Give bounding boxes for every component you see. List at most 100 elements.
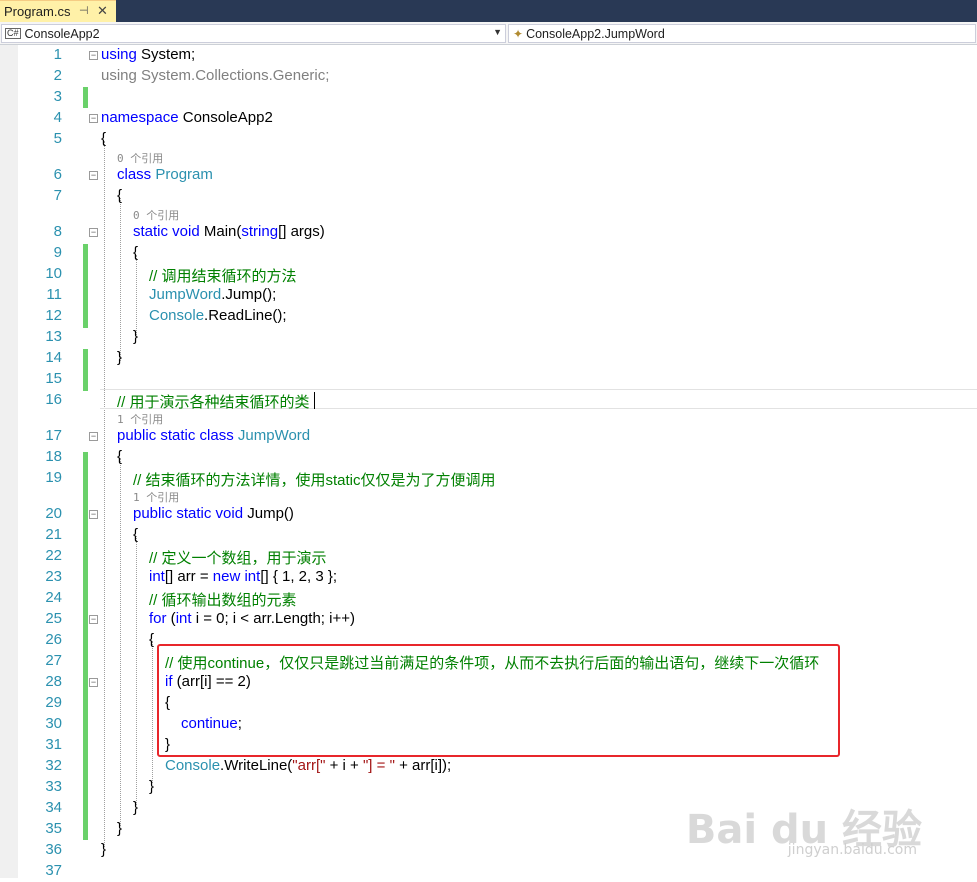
code-text: + i +: [325, 757, 363, 774]
code-text: {: [101, 130, 107, 147]
code-text: .Jump();: [221, 286, 277, 303]
line-number: 1: [53, 46, 62, 63]
line-number: 16: [45, 391, 62, 408]
code-text: {: [133, 526, 139, 543]
code-line: 16 // 用于演示各种结束循环的类: [0, 390, 977, 411]
code-line: 10 // 调用结束循环的方法: [0, 264, 977, 285]
line-number: 32: [45, 757, 62, 774]
chevron-down-icon[interactable]: ▼: [493, 27, 502, 37]
line-number: 21: [45, 526, 62, 543]
collapse-icon[interactable]: −: [89, 432, 98, 441]
code-line: 4 − namespace ConsoleApp2: [0, 108, 977, 129]
collapse-icon[interactable]: −: [89, 171, 98, 180]
code-line: 11 JumpWord.Jump();: [0, 285, 977, 306]
line-number: 10: [45, 265, 62, 282]
keyword: class: [117, 166, 152, 183]
code-text: [] args): [278, 223, 325, 240]
type-name: JumpWord: [233, 427, 311, 444]
collapse-icon[interactable]: −: [89, 114, 98, 123]
line-number: 33: [45, 778, 62, 795]
line-number: 2: [53, 67, 62, 84]
code-line: 23 int[] arr = new int[] { 1, 2, 3 };: [0, 567, 977, 588]
line-number: 20: [45, 505, 62, 522]
line-number: 34: [45, 799, 62, 816]
type-name: Console: [165, 757, 221, 774]
highlight-annotation-box: [157, 644, 840, 757]
collapse-icon[interactable]: −: [89, 51, 98, 60]
code-text: i = 0; i < arr.Length; i++): [191, 610, 355, 627]
keyword: namespace: [101, 109, 179, 126]
code-text: }: [133, 799, 139, 816]
keyword: new int: [212, 568, 261, 585]
project-dropdown[interactable]: C# ConsoleApp2 ▼: [1, 24, 506, 43]
code-line: 33 }: [0, 777, 977, 798]
type-name: Program: [151, 166, 213, 183]
line-number: 27: [45, 652, 62, 669]
keyword: public static void: [133, 505, 244, 522]
keyword-unused: using: [101, 67, 137, 84]
code-text: }: [117, 820, 123, 837]
code-line: 15: [0, 369, 977, 390]
code-line: 7 {: [0, 186, 977, 207]
keyword: int: [175, 610, 192, 627]
keyword: static void: [133, 223, 200, 240]
line-number: 4: [53, 109, 62, 126]
code-line: 24 // 循环输出数组的元素: [0, 588, 977, 609]
line-number: 37: [45, 862, 62, 879]
code-text: + arr[i]);: [394, 757, 452, 774]
collapse-icon[interactable]: −: [89, 678, 98, 687]
code-line: 17 − public static class JumpWord: [0, 426, 977, 447]
code-line: 25 − for (int i = 0; i < arr.Length; i++…: [0, 609, 977, 630]
tab-title[interactable]: Program.cs: [4, 4, 70, 19]
codelens-references[interactable]: 1 个引用: [117, 411, 163, 427]
code-editor[interactable]: 1 − using System; 2 using System.Collect…: [0, 45, 977, 879]
line-number: 6: [53, 166, 62, 183]
comment: // 结束循环的方法详情，使用static仅仅是为了方便调用: [133, 472, 496, 489]
pin-icon[interactable]: ⊣: [79, 4, 89, 17]
code-text: }: [149, 778, 155, 795]
line-number: 28: [45, 673, 62, 690]
codelens-references[interactable]: 0 个引用: [117, 150, 163, 166]
comment: // 用于演示各种结束循环的类: [117, 394, 310, 411]
type-name: JumpWord: [149, 286, 222, 303]
code-line: 13 }: [0, 327, 977, 348]
tab-program-cs[interactable]: Program.cs ⊣ ✕: [0, 0, 116, 22]
line-number: 25: [45, 610, 62, 627]
member-dropdown[interactable]: ✦ ConsoleApp2.JumpWord: [508, 24, 976, 43]
line-number: 3: [53, 88, 62, 105]
code-line: 18 {: [0, 447, 977, 468]
code-line: 32 Console.WriteLine("arr[" + i + "] = "…: [0, 756, 977, 777]
collapse-icon[interactable]: −: [89, 228, 98, 237]
code-text: System;: [136, 46, 196, 63]
code-line: 8 − static void Main(string[] args): [0, 222, 977, 243]
comment: // 定义一个数组，用于演示: [149, 550, 327, 567]
code-line: 22 // 定义一个数组，用于演示: [0, 546, 977, 567]
close-icon[interactable]: ✕: [97, 3, 108, 19]
watermark-url: jingyan.baidu.com: [787, 842, 917, 858]
line-number: 17: [45, 427, 62, 444]
text-cursor: [314, 392, 315, 409]
code-text: [] { 1, 2, 3 };: [260, 568, 338, 585]
code-line: 2 using System.Collections.Generic;: [0, 66, 977, 87]
codelens-references[interactable]: 1 个引用: [133, 489, 179, 505]
keyword: for: [149, 610, 167, 627]
code-line: 14 }: [0, 348, 977, 369]
line-number: 29: [45, 694, 62, 711]
line-number: 12: [45, 307, 62, 324]
class-icon: ✦: [513, 26, 524, 41]
code-line: 21 {: [0, 525, 977, 546]
codelens-references[interactable]: 0 个引用: [133, 207, 179, 223]
code-text: }: [133, 328, 139, 345]
code-text: ConsoleApp2: [178, 109, 273, 126]
line-number: 13: [45, 328, 62, 345]
line-number: 24: [45, 589, 62, 606]
line-number: 7: [53, 187, 62, 204]
code-text: {: [149, 631, 155, 648]
collapse-icon[interactable]: −: [89, 615, 98, 624]
line-number: 14: [45, 349, 62, 366]
code-line: 12 Console.ReadLine();: [0, 306, 977, 327]
line-number: 30: [45, 715, 62, 732]
collapse-icon[interactable]: −: [89, 510, 98, 519]
string-literal: "] = ": [362, 757, 395, 774]
string-literal: "arr[": [292, 757, 326, 774]
